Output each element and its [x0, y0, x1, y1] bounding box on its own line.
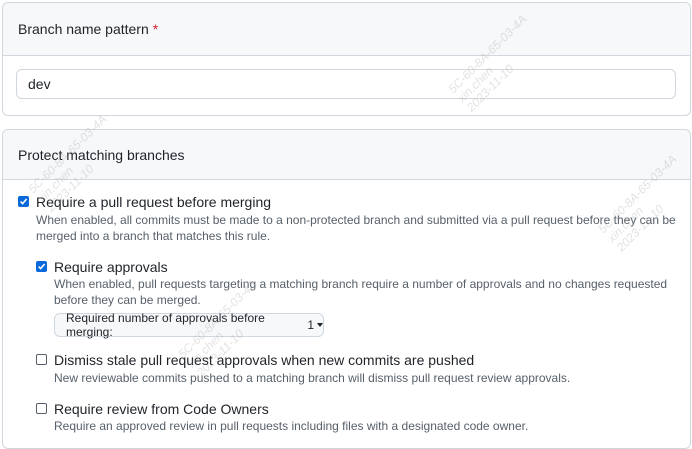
option-desc-require-approvals: When enabled, pull requests targeting a …	[54, 277, 668, 307]
checkbox-dismiss-stale-approvals[interactable]	[36, 354, 47, 365]
checkmark-icon	[20, 198, 28, 205]
checkmark-icon	[38, 263, 46, 270]
protect-branches-title: Protect matching branches	[18, 146, 185, 163]
required-approvals-label: Required number of approvals before merg…	[66, 311, 265, 339]
option-desc-require-code-owner-review: Require an approved review in pull reque…	[54, 419, 529, 433]
protect-branches-header: Protect matching branches	[3, 130, 690, 180]
option-desc-require-pull-request: When enabled, all commits must be made t…	[36, 213, 676, 243]
option-desc-dismiss-stale-approvals: New reviewable commits pushed to a match…	[54, 371, 571, 385]
option-title-dismiss-stale-approvals: Dismiss stale pull request approvals whe…	[54, 352, 475, 368]
branch-pattern-header: Branch name pattern *	[3, 3, 690, 56]
checkbox-require-pull-request[interactable]	[18, 196, 29, 207]
checkbox-require-code-owner-review[interactable]	[36, 403, 47, 414]
caret-down-icon	[317, 323, 323, 327]
checkbox-require-approvals[interactable]	[36, 261, 47, 272]
required-approvals-dropdown[interactable]: Required number of approvals before merg…	[54, 311, 324, 339]
option-title-require-pull-request: Require a pull request before merging	[36, 194, 272, 210]
branch-pattern-input[interactable]	[16, 69, 676, 99]
option-title-require-code-owner-review: Require review from Code Owners	[54, 401, 269, 417]
branch-pattern-title: Branch name pattern	[18, 21, 149, 37]
required-asterisk: *	[152, 21, 159, 37]
option-title-require-approvals: Require approvals	[54, 259, 168, 275]
required-approvals-value: 1	[307, 318, 314, 332]
